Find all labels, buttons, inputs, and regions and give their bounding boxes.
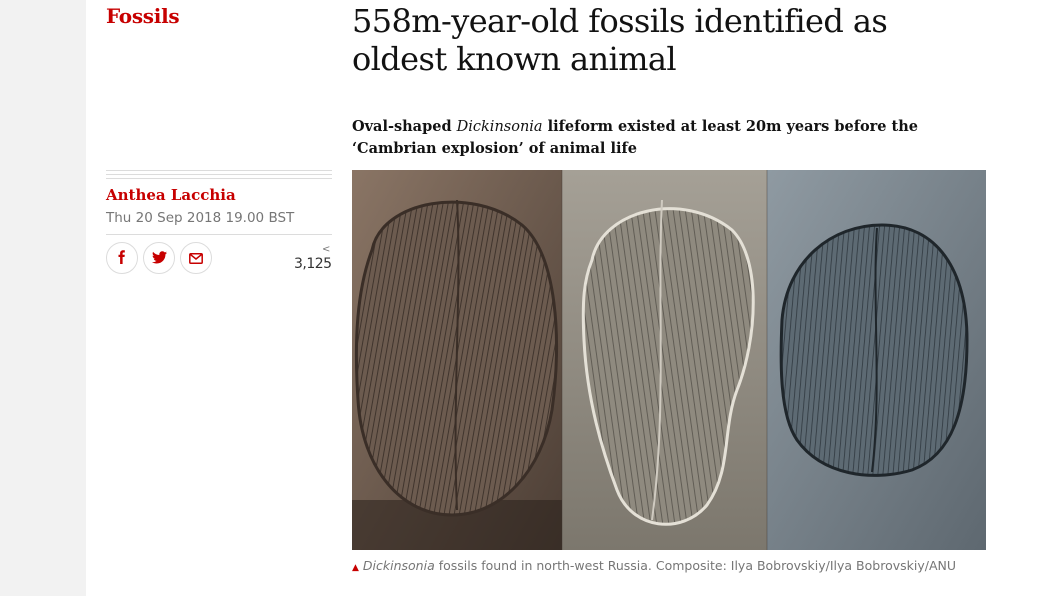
caption-text: fossils found in north-west Russia. Comp… — [434, 558, 957, 573]
facebook-icon — [115, 249, 129, 268]
headline-line-1: 558m-year-old fossils identified as — [352, 2, 888, 40]
share-count: 3,125 — [294, 256, 332, 272]
share-buttons — [106, 242, 212, 274]
share-divider — [106, 234, 332, 235]
share-facebook-button[interactable] — [106, 242, 138, 274]
section-label[interactable]: Fossils — [106, 4, 180, 28]
standfirst: Oval-shaped Dickinsonia lifeform existed… — [352, 116, 932, 159]
caption-italic: Dickinsonia — [362, 558, 435, 573]
article-main-image — [352, 170, 986, 550]
headline: 558m-year-old fossils identified as olde… — [352, 2, 972, 78]
caption-triangle-icon: ▲ — [352, 563, 359, 573]
article-page: Fossils 558m-year-old fossils identified… — [86, 0, 1060, 596]
byline-author[interactable]: Anthea Lacchia — [106, 186, 236, 204]
meta-divider — [106, 178, 332, 179]
image-caption: ▲ Dickinsonia fossils found in north-wes… — [352, 558, 972, 576]
headline-line-2: oldest known animal — [352, 40, 677, 78]
share-twitter-button[interactable] — [143, 242, 175, 274]
dickinsonia-fossil-composite — [352, 170, 986, 550]
standfirst-italic: Dickinsonia — [456, 119, 543, 135]
standfirst-text-1: Oval-shaped — [352, 118, 457, 135]
publish-date: Thu 20 Sep 2018 19.00 BST — [106, 210, 295, 226]
share-email-button[interactable] — [180, 242, 212, 274]
meta-divider — [106, 170, 332, 171]
meta-divider — [106, 174, 332, 175]
email-icon — [189, 249, 203, 268]
share-count-icon: < — [322, 244, 331, 255]
twitter-icon — [151, 249, 167, 268]
